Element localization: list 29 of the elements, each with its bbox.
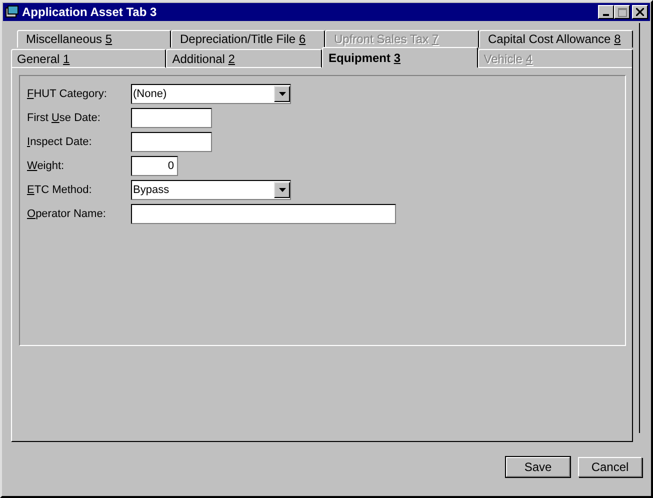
tab[interactable]: General 1 xyxy=(11,49,166,68)
app-icon xyxy=(5,5,19,19)
cancel-button[interactable]: Cancel xyxy=(578,457,642,477)
field-label: First Use Date: xyxy=(27,112,100,124)
field-label: FHUT Category: xyxy=(27,88,107,100)
caret-icon xyxy=(278,92,286,96)
input-field[interactable] xyxy=(131,108,212,128)
window-title: Application Asset Tab 3 xyxy=(22,5,158,19)
field-label: Weight: xyxy=(27,160,64,172)
tab[interactable]: Additional 2 xyxy=(166,49,322,68)
tab[interactable]: Depreciation/Title File 6 xyxy=(171,30,325,48)
dropdown[interactable]: (None) xyxy=(131,84,291,104)
close-icon xyxy=(636,8,644,16)
field-label: ETC Method: xyxy=(27,184,92,196)
input-field[interactable]: 0 xyxy=(131,156,178,176)
save-button[interactable]: Save xyxy=(506,457,570,477)
input-field[interactable] xyxy=(131,204,396,224)
field-label: Operator Name: xyxy=(27,208,106,220)
field-label: Inspect Date: xyxy=(27,136,92,148)
caret-icon xyxy=(278,188,286,192)
tab[interactable]: Miscellaneous 5 xyxy=(17,30,171,48)
minimize-button[interactable] xyxy=(598,5,614,19)
maximize-icon xyxy=(618,8,626,16)
dropdown[interactable]: Bypass xyxy=(131,180,291,200)
maximize-button[interactable] xyxy=(614,5,630,19)
tab[interactable]: Capital Cost Allowance 8 xyxy=(479,30,633,48)
input-field[interactable] xyxy=(131,132,212,152)
tab[interactable]: Equipment 3 xyxy=(322,47,478,68)
close-button[interactable] xyxy=(632,5,648,19)
